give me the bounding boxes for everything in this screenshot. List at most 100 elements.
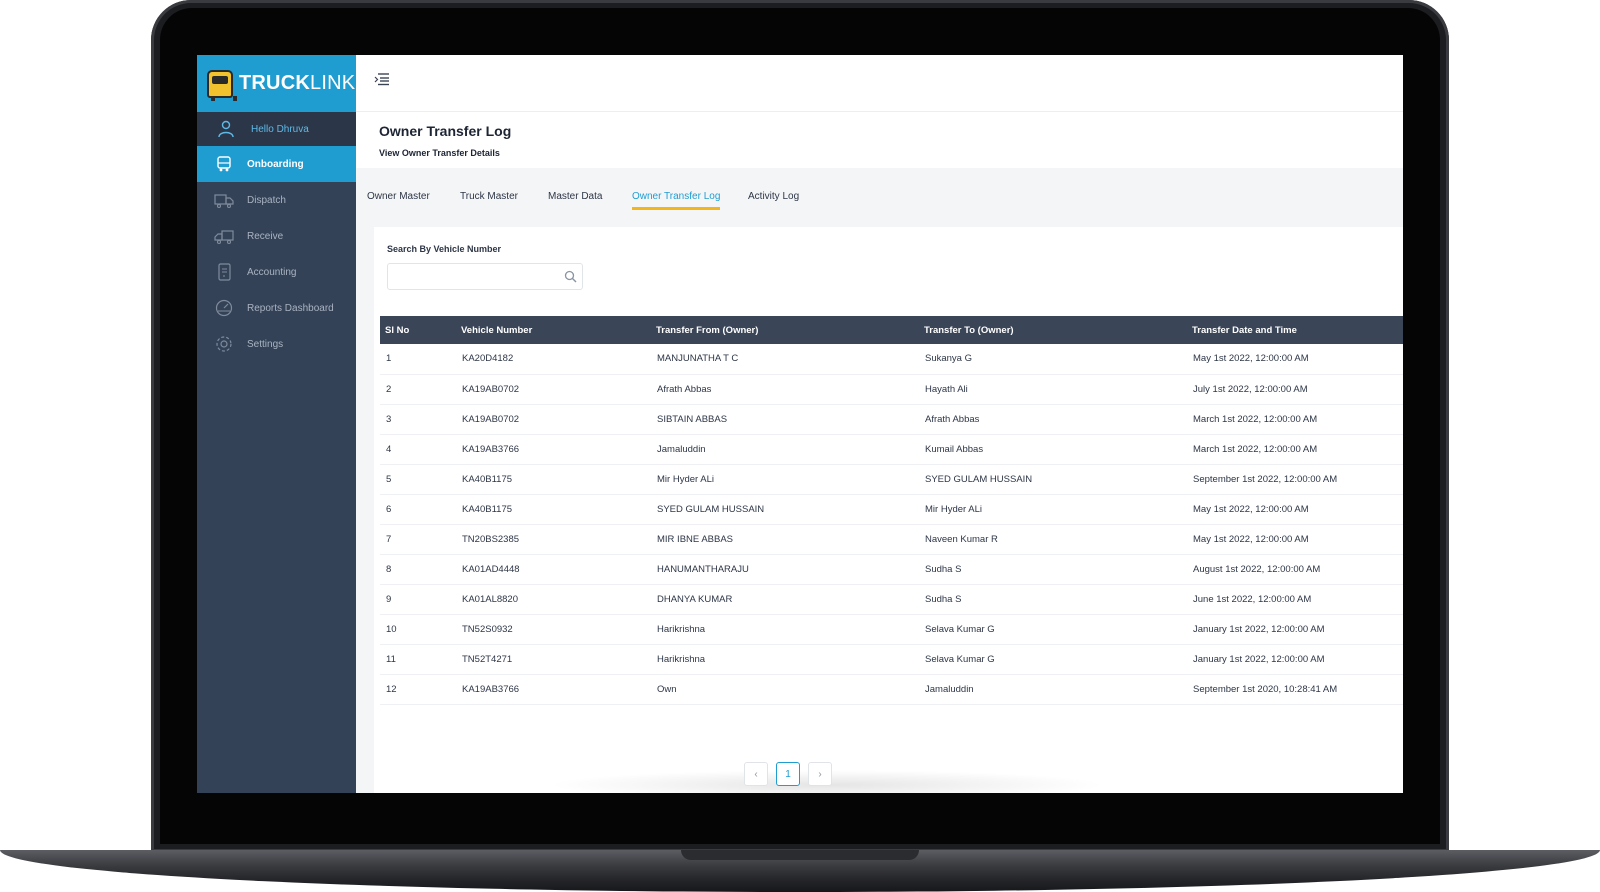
tab-label: Master Data (548, 191, 603, 202)
cell-sl-no: 11 (380, 644, 456, 675)
cell-transfer-to: Sukanya G (919, 344, 1187, 375)
cell-transfer-date: January 1st 2022, 12:00:00 AM (1187, 644, 1403, 675)
vehicle-search-input[interactable] (387, 263, 583, 290)
ledger-icon (213, 263, 235, 281)
cell-vehicle-number: KA19AB3766 (456, 674, 651, 705)
tab-label: Owner Master (367, 191, 430, 202)
search-icon[interactable] (564, 270, 577, 283)
cell-transfer-to: Selava Kumar G (919, 644, 1187, 675)
top-bar (356, 55, 1403, 112)
cell-transfer-to: Naveen Kumar R (919, 524, 1187, 555)
search-label: Search By Vehicle Number (387, 244, 502, 254)
cell-transfer-date: March 1st 2022, 12:00:00 AM (1187, 434, 1403, 465)
tab-bar: Owner Master Truck Master Master Data Ow… (356, 186, 1403, 216)
sidebar-item-label: Settings (247, 338, 284, 350)
table-row[interactable]: 6 KA40B1175 SYED GULAM HUSSAIN Mir Hyder AL… (380, 494, 1403, 525)
cell-transfer-from: SIBTAIN ABBAS (651, 404, 919, 435)
dashboard-icon (213, 299, 235, 317)
column-header[interactable]: Transfer Date and Time (1187, 316, 1403, 344)
column-header[interactable]: Transfer From (Owner) (651, 316, 919, 344)
tab-label: Truck Master (460, 191, 518, 202)
logo-light-text: LINK (310, 72, 356, 94)
cell-transfer-date: May 1st 2022, 12:00:00 AM (1187, 344, 1403, 375)
cell-transfer-date: March 1st 2022, 12:00:00 AM (1187, 404, 1403, 435)
cell-sl-no: 1 (380, 344, 456, 375)
cell-transfer-from: Jamaluddin (651, 434, 919, 465)
table-row[interactable]: 5 KA40B1175 Mir Hyder ALi SYED GULAM HUSSAI… (380, 464, 1403, 495)
cell-transfer-to: Mir Hyder ALi (919, 494, 1187, 525)
table-row[interactable]: 8 KA01AD4448 HANUMANTHARAJU Sudha S August 1… (380, 554, 1403, 585)
cell-transfer-from: SYED GULAM HUSSAIN (651, 494, 919, 525)
bus-logo-icon (207, 69, 237, 101)
user-profile-row[interactable]: Hello Dhruva (197, 112, 356, 146)
cell-vehicle-number: KA40B1175 (456, 464, 651, 495)
sidebar-item-reports-dashboard[interactable]: Reports Dashboard (197, 290, 356, 326)
cell-transfer-from: HANUMANTHARAJU (651, 554, 919, 585)
cell-sl-no: 2 (380, 374, 456, 405)
cell-vehicle-number: TN52S0932 (456, 614, 651, 645)
cell-transfer-date: May 1st 2022, 12:00:00 AM (1187, 524, 1403, 555)
sidebar-item-label: Accounting (247, 266, 297, 278)
table-row[interactable]: 4 KA19AB3766 Jamaluddin Kumail Abbas March 1… (380, 434, 1403, 465)
sidebar-item-label: Dispatch (247, 194, 286, 206)
sidebar-item-onboarding[interactable]: Onboarding (197, 146, 356, 182)
cell-transfer-from: Own (651, 674, 919, 705)
cell-vehicle-number: KA19AB0702 (456, 404, 651, 435)
cell-transfer-from: Harikrishna (651, 644, 919, 675)
tab-master-data[interactable]: Master Data (548, 191, 602, 210)
table-row[interactable]: 2 KA19AB0702 Afrath Abbas Hayath Ali July 1s… (380, 374, 1403, 405)
cell-transfer-from: Harikrishna (651, 614, 919, 645)
page-1-button[interactable]: 1 (776, 762, 800, 786)
truck-receive-icon (213, 227, 235, 245)
page-header: Owner Transfer Log View Owner Transfer D… (356, 112, 1403, 168)
menu-toggle-icon[interactable] (374, 72, 390, 86)
table-row[interactable]: 12 KA19AB3766 Own Jamaluddin September 1st 2… (380, 674, 1403, 705)
prev-page-button[interactable]: ‹ (744, 762, 768, 786)
cell-transfer-to: Sudha S (919, 554, 1187, 585)
user-icon (215, 120, 237, 138)
cell-transfer-date: August 1st 2022, 12:00:00 AM (1187, 554, 1403, 585)
sidebar-item-settings[interactable]: Settings (197, 326, 356, 362)
cell-transfer-to: Hayath Ali (919, 374, 1187, 405)
cell-sl-no: 6 (380, 494, 456, 525)
owner-transfer-table: Sl No Vehicle Number Transfer From (Owne… (380, 316, 1403, 705)
user-greeting: Hello Dhruva (251, 123, 309, 135)
tab-label: Owner Transfer Log (632, 191, 721, 202)
sidebar-item-receive[interactable]: Receive (197, 218, 356, 254)
table-row[interactable]: 1 KA20D4182 MANJUNATHA T C Sukanya G May 1st… (380, 344, 1403, 375)
cell-transfer-date: September 1st 2022, 12:00:00 AM (1187, 464, 1403, 495)
cell-vehicle-number: KA19AB0702 (456, 374, 651, 405)
next-page-button[interactable]: › (808, 762, 832, 786)
table-row[interactable]: 10 TN52S0932 Harikrishna Selava Kumar G Janu… (380, 614, 1403, 645)
tab-owner-master[interactable]: Owner Master (367, 191, 430, 210)
app-screen: TRUCKLINK Hello Dhruva Onboarding Dispat… (197, 55, 1403, 793)
cell-transfer-from: Mir Hyder ALi (651, 464, 919, 495)
cell-sl-no: 10 (380, 614, 456, 645)
cell-transfer-date: July 1st 2022, 12:00:00 AM (1187, 374, 1403, 405)
sidebar-item-accounting[interactable]: Accounting (197, 254, 356, 290)
tab-label: Activity Log (748, 191, 800, 202)
tab-activity-log[interactable]: Activity Log (748, 191, 799, 210)
cell-transfer-from: DHANYA KUMAR (651, 584, 919, 615)
table-row[interactable]: 11 TN52T4271 Harikrishna Selava Kumar G Janu… (380, 644, 1403, 675)
table-row[interactable]: 7 TN20BS2385 MIR IBNE ABBAS Naveen Kumar RM… (380, 524, 1403, 555)
cell-transfer-from: MANJUNATHA T C (651, 344, 919, 375)
column-header[interactable]: Transfer To (Owner) (919, 316, 1187, 344)
cell-vehicle-number: KA01AL8820 (456, 584, 651, 615)
bus-icon (213, 155, 235, 173)
tab-truck-master[interactable]: Truck Master (460, 191, 518, 210)
sidebar-item-dispatch[interactable]: Dispatch (197, 182, 356, 218)
pagination: ‹ 1 › (744, 762, 832, 786)
cell-vehicle-number: KA19AB3766 (456, 434, 651, 465)
cell-sl-no: 9 (380, 584, 456, 615)
column-header[interactable]: Vehicle Number (456, 316, 651, 344)
cell-sl-no: 8 (380, 554, 456, 585)
column-header[interactable]: Sl No (380, 316, 456, 344)
page-subtitle: View Owner Transfer Details (379, 148, 500, 158)
table-row[interactable]: 3 KA19AB0702 SIBTAIN ABBAS Afrath Abbas Marc… (380, 404, 1403, 435)
tab-owner-transfer-log[interactable]: Owner Transfer Log (632, 191, 721, 210)
cell-transfer-date: September 1st 2020, 10:28:41 AM (1187, 674, 1403, 705)
table-row[interactable]: 9 KA01AL8820 DHANYA KUMAR Sudha S June 1st 2… (380, 584, 1403, 615)
active-tab-underline (632, 207, 721, 210)
cell-transfer-to: Selava Kumar G (919, 614, 1187, 645)
